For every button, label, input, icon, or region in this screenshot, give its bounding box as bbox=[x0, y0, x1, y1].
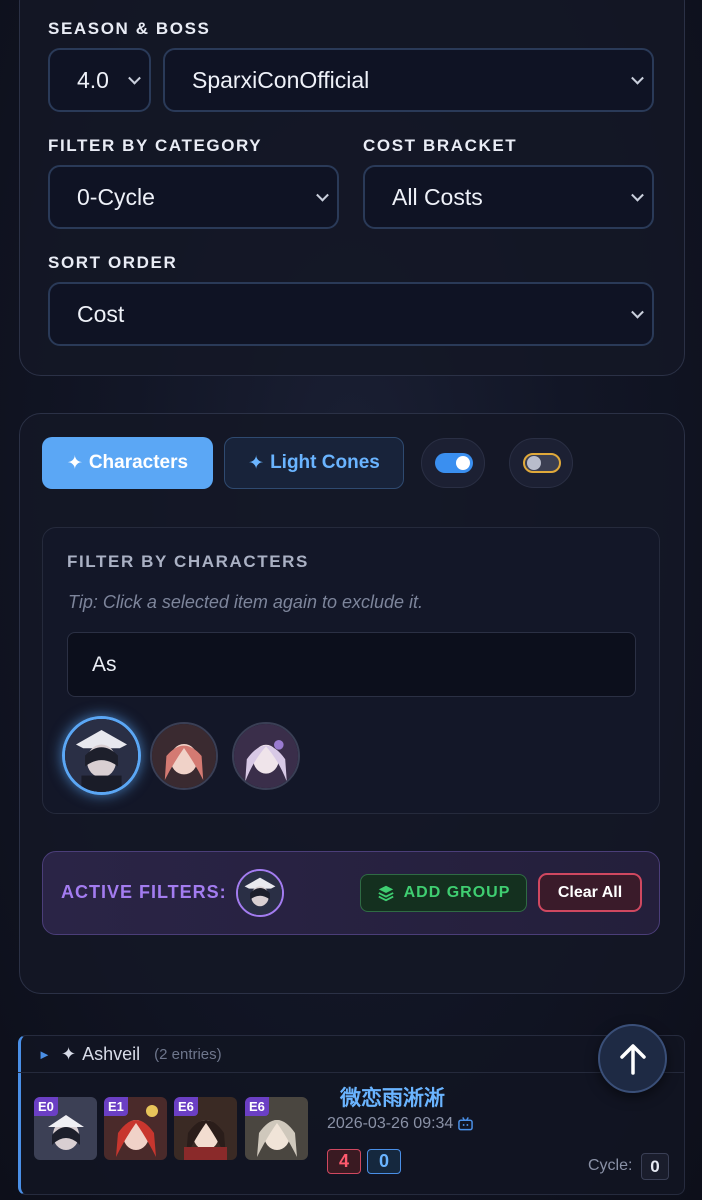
tab-characters-label: Characters bbox=[88, 452, 189, 473]
toggle-1-wrapper bbox=[421, 438, 485, 488]
toggle-knob bbox=[456, 456, 470, 470]
scroll-to-top-button[interactable] bbox=[598, 1024, 667, 1093]
arrow-up-icon bbox=[619, 1043, 646, 1075]
team-member-1[interactable]: E0 bbox=[34, 1097, 97, 1160]
clear-all-label: Clear All bbox=[557, 883, 623, 901]
filter-tip: Tip: Click a selected item again to excl… bbox=[68, 592, 424, 612]
season-select[interactable]: 4.0 bbox=[48, 48, 151, 112]
character-portrait-icon bbox=[234, 724, 298, 788]
stat-red-badge: 4 bbox=[327, 1149, 361, 1174]
sort-label: SORT ORDER bbox=[48, 253, 178, 272]
chevron-down-icon bbox=[631, 71, 644, 85]
eidolon-badge: E0 bbox=[34, 1097, 58, 1116]
entry-timestamp: 2026-03-26 09:34 bbox=[327, 1115, 454, 1132]
character-search-input[interactable]: As bbox=[67, 632, 636, 697]
group-entry-count: (2 entries) bbox=[154, 1046, 222, 1063]
category-label: FILTER BY CATEGORY bbox=[48, 136, 263, 155]
team-member-2[interactable]: E1 bbox=[104, 1097, 167, 1160]
cycle-value: 0 bbox=[641, 1153, 669, 1180]
cost-select[interactable]: All Costs bbox=[363, 165, 654, 229]
cost-label: COST BRACKET bbox=[363, 136, 518, 155]
tab-light-cones[interactable]: ✦ Light Cones bbox=[224, 437, 404, 489]
clear-all-button[interactable]: Clear All bbox=[538, 873, 642, 912]
eidolon-badge: E6 bbox=[245, 1097, 269, 1116]
sort-select[interactable]: Cost bbox=[48, 282, 654, 346]
chevron-down-icon bbox=[631, 188, 644, 202]
team-member-4[interactable]: E6 bbox=[245, 1097, 308, 1160]
category-select[interactable]: 0-Cycle bbox=[48, 165, 339, 229]
category-value: 0-Cycle bbox=[77, 183, 155, 210]
add-group-button[interactable]: ADD GROUP bbox=[360, 874, 527, 912]
layers-icon bbox=[378, 885, 394, 902]
group-name: Ashveil bbox=[82, 1044, 141, 1064]
eidolon-badge: E6 bbox=[174, 1097, 198, 1116]
active-filter-chip[interactable] bbox=[236, 869, 284, 917]
search-value: As bbox=[92, 652, 117, 676]
eidolon-badge: E1 bbox=[104, 1097, 128, 1116]
entry-timestamp-row: 2026-03-26 09:34 bbox=[327, 1115, 474, 1133]
tab-light-cones-label: Light Cones bbox=[270, 452, 380, 473]
active-filters-label: ACTIVE FILTERS: bbox=[61, 882, 227, 902]
expand-triangle-icon[interactable]: ► bbox=[38, 1047, 51, 1062]
character-result-3[interactable] bbox=[232, 722, 300, 790]
toggle-2[interactable] bbox=[523, 453, 561, 473]
character-result-2[interactable] bbox=[150, 722, 218, 790]
season-boss-label: SEASON & BOSS bbox=[48, 19, 211, 38]
sparkle-icon: ✦ bbox=[66, 452, 83, 474]
cost-value: All Costs bbox=[392, 183, 483, 210]
character-portrait-icon bbox=[152, 724, 216, 788]
boss-value: SparxiConOfficial bbox=[192, 66, 370, 93]
bilibili-tv-icon[interactable] bbox=[458, 1117, 474, 1131]
sort-value: Cost bbox=[77, 300, 125, 327]
chevron-down-icon bbox=[631, 305, 644, 319]
character-result-1[interactable] bbox=[62, 716, 141, 795]
chevron-down-icon bbox=[128, 71, 141, 85]
group-header[interactable]: ✦ Ashveil (2 entries) bbox=[61, 1044, 222, 1065]
character-portrait-icon bbox=[238, 871, 282, 915]
stat-blue-badge: 0 bbox=[367, 1149, 401, 1174]
toggle-knob bbox=[527, 456, 541, 470]
sparkle-icon: ✦ bbox=[248, 452, 265, 474]
cycle-label: Cycle: bbox=[588, 1157, 633, 1174]
team-member-3[interactable]: E6 bbox=[174, 1097, 237, 1160]
add-group-label: ADD GROUP bbox=[403, 884, 511, 901]
tab-characters[interactable]: ✦ Characters bbox=[42, 437, 213, 489]
group-divider bbox=[18, 1072, 685, 1073]
player-name[interactable]: 微恋雨淅淅 bbox=[340, 1082, 445, 1112]
chevron-down-icon bbox=[316, 188, 329, 202]
boss-select[interactable]: SparxiConOfficial bbox=[163, 48, 654, 112]
sparkle-icon: ✦ bbox=[61, 1044, 77, 1064]
season-value: 4.0 bbox=[77, 66, 109, 93]
toggle-1[interactable] bbox=[435, 453, 473, 473]
toggle-2-wrapper bbox=[509, 438, 573, 488]
character-portrait-icon bbox=[65, 719, 138, 792]
filter-by-characters-title: FILTER BY CHARACTERS bbox=[67, 552, 309, 571]
